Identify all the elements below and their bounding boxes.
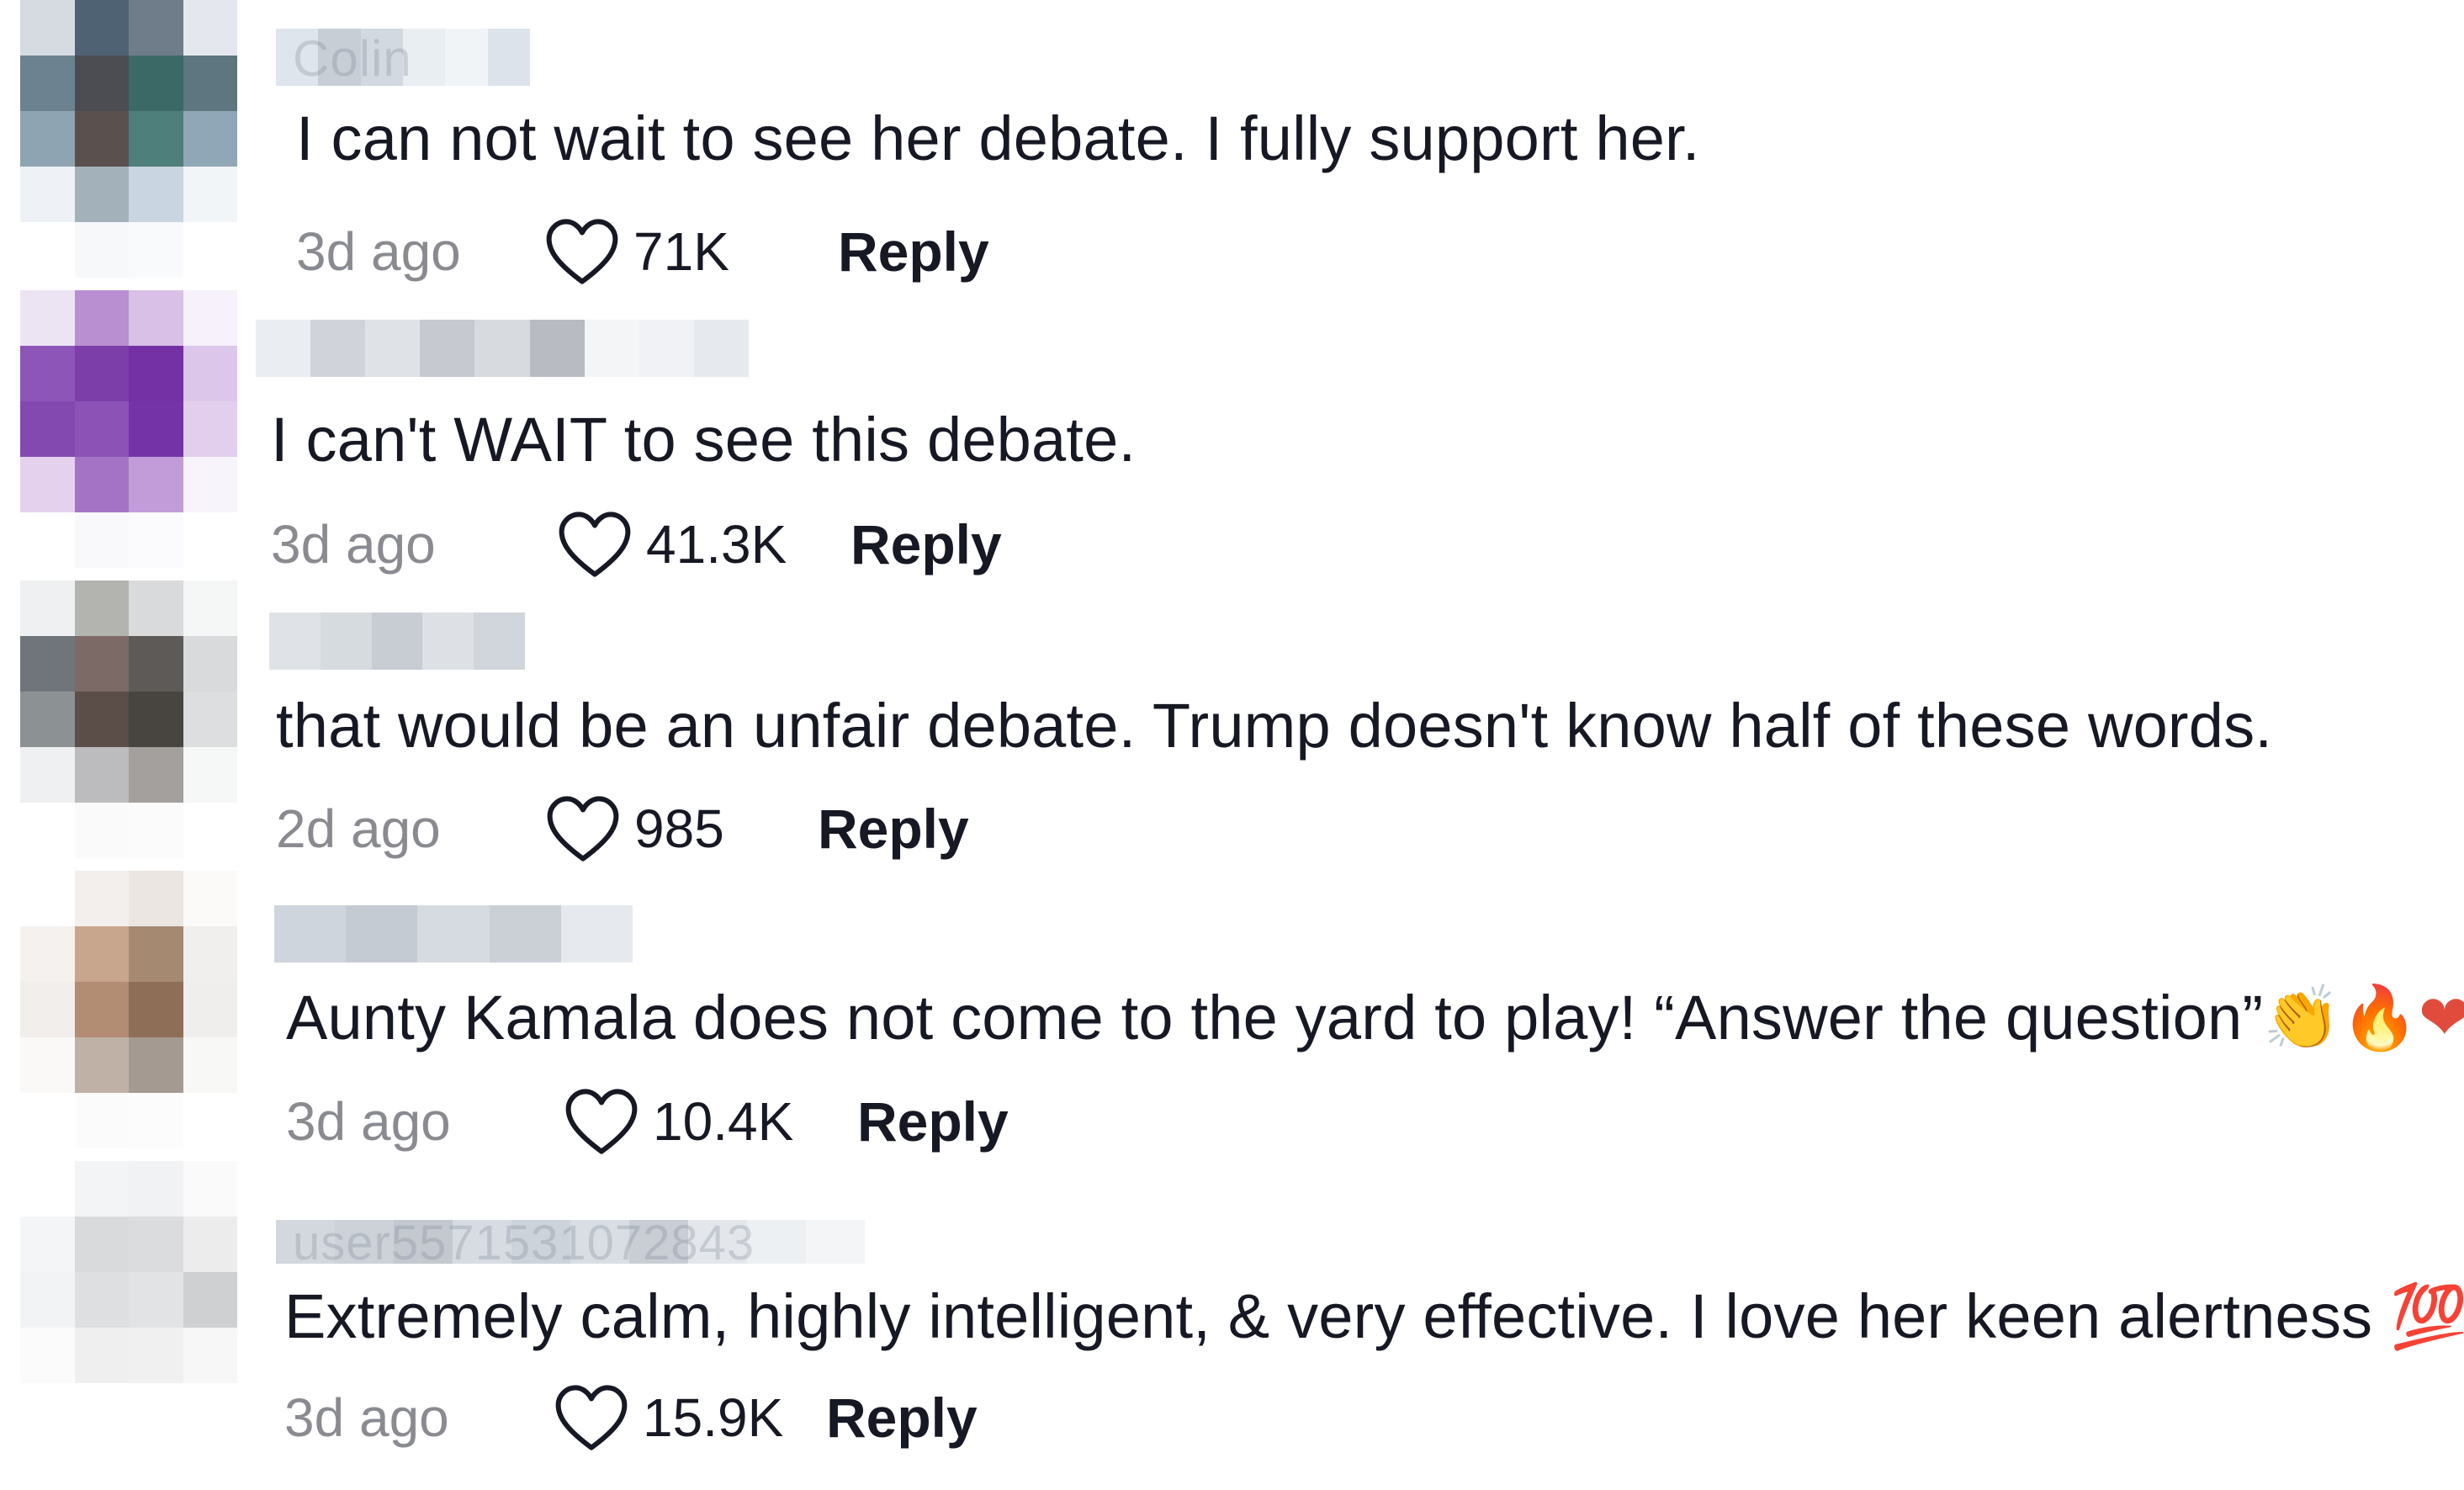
comment-timestamp: 3d ago [284, 1387, 449, 1448]
comment-timestamp: 3d ago [296, 221, 461, 282]
like-button[interactable]: 15.9K [554, 1382, 803, 1453]
avatar[interactable] [20, 581, 237, 858]
comment-timestamp: 3d ago [286, 1091, 451, 1152]
like-button[interactable]: 10.4K [564, 1086, 834, 1157]
like-count: 41.3K [646, 514, 787, 575]
username[interactable] [269, 612, 525, 670]
reply-button[interactable]: Reply [826, 1386, 978, 1450]
like-count: 10.4K [653, 1091, 794, 1152]
reply-button[interactable]: Reply [818, 797, 969, 861]
comment-text: I can't WAIT to see this debate. [271, 405, 1137, 475]
heart-outline-icon[interactable] [554, 1382, 629, 1453]
username[interactable]: user5571531072843 [276, 1220, 865, 1264]
username[interactable] [256, 320, 749, 377]
avatar[interactable] [20, 871, 237, 1148]
comment-meta: 3d ago 15.9K Reply [284, 1380, 978, 1456]
avatar[interactable] [20, 0, 237, 278]
username[interactable] [274, 905, 633, 962]
avatar[interactable] [20, 1161, 237, 1439]
comment-text: Aunty Kamala does not come to the yard t… [286, 980, 2464, 1056]
comment-meta: 3d ago 71K Reply [296, 214, 989, 289]
heart-outline-icon[interactable] [545, 793, 621, 864]
comment-text: that would be an unfair debate. Trump do… [276, 691, 2273, 761]
comment-emojis: 💯 [2390, 1281, 2464, 1353]
like-count: 15.9K [643, 1387, 784, 1448]
comment-timestamp: 3d ago [271, 514, 436, 575]
comment-meta: 2d ago 985 Reply [276, 791, 969, 867]
heart-outline-icon[interactable] [544, 216, 620, 287]
heart-outline-icon[interactable] [557, 509, 633, 580]
comment-list: Colin I can not wait to see her debate. … [0, 0, 2464, 1490]
username[interactable]: Colin [276, 29, 530, 86]
username-text: Colin [293, 30, 412, 86]
comment-text-body: Extremely calm, highly intelligent, & ve… [284, 1281, 2373, 1351]
reply-button[interactable]: Reply [838, 220, 989, 284]
heart-outline-icon[interactable] [564, 1086, 639, 1157]
comment-meta: 3d ago 41.3K Reply [271, 506, 1002, 582]
like-button[interactable]: 41.3K [557, 509, 827, 580]
avatar[interactable] [20, 290, 237, 568]
username-text: user5571531072843 [293, 1220, 755, 1264]
comment-text: I can not wait to see her debate. I full… [296, 103, 1700, 173]
like-count: 985 [634, 798, 724, 859]
comment-text: Extremely calm, highly intelligent, & ve… [284, 1279, 2464, 1355]
like-count: 71K [633, 221, 729, 282]
like-button[interactable]: 985 [545, 793, 794, 864]
reply-button[interactable]: Reply [850, 512, 1002, 576]
like-button[interactable]: 71K [544, 216, 814, 287]
comment-emojis: 👏🔥❤ [2263, 982, 2464, 1054]
comment-timestamp: 2d ago [276, 798, 441, 859]
reply-button[interactable]: Reply [857, 1090, 1009, 1153]
comment-text-body: Aunty Kamala does not come to the yard t… [286, 983, 2264, 1053]
comment-meta: 3d ago 10.4K Reply [286, 1084, 1009, 1159]
